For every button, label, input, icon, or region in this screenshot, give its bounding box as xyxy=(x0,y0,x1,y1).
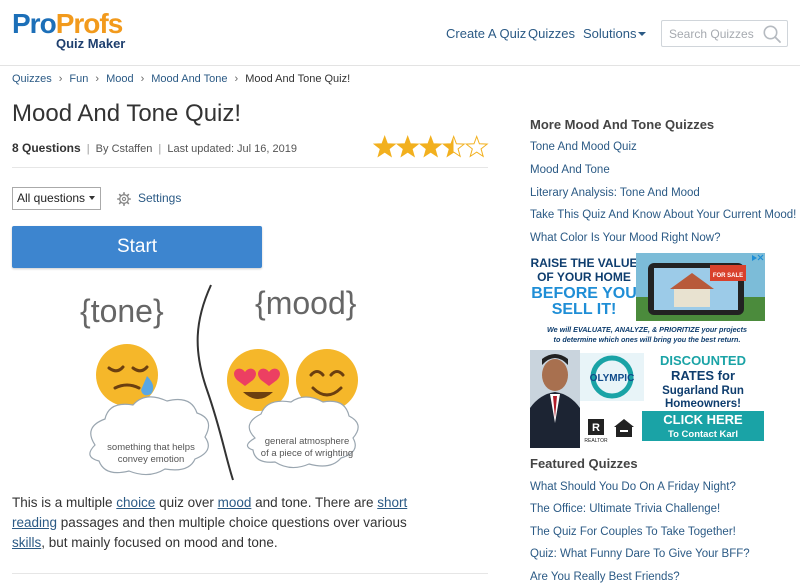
divider xyxy=(12,167,488,168)
ad-headline-2: OF YOUR HOME xyxy=(537,270,631,284)
svg-text:R: R xyxy=(592,422,600,434)
meta-separator: | xyxy=(158,143,162,155)
logo-subtitle: Quiz Maker xyxy=(56,36,126,51)
breadcrumb: Quizzes › Fun › Mood › Mood And Tone › Mood And … xyxy=(12,73,350,85)
star-icon xyxy=(441,135,466,158)
star-icon xyxy=(373,135,397,158)
olympic-logo: OLYMPIC xyxy=(580,353,644,401)
star-icon xyxy=(395,135,420,158)
breadcrumb-fun[interactable]: Fun xyxy=(69,73,88,85)
quiz-author: By Cstaffen xyxy=(95,143,153,155)
settings-link[interactable]: Settings xyxy=(117,191,182,206)
mood-caption-1: general atmosphere xyxy=(265,436,350,447)
featured-quiz-link[interactable]: Quiz: What Funny Dare To Give Your BFF? xyxy=(530,548,750,560)
divider xyxy=(12,573,488,574)
meta-separator: | xyxy=(86,143,90,155)
breadcrumb-separator: › xyxy=(58,73,63,85)
logo-pro-text: Pro xyxy=(12,8,57,39)
featured-quiz-link[interactable]: What Should You Do On A Friday Night? xyxy=(530,481,736,493)
tone-caption-2: convey emotion xyxy=(118,454,185,465)
star-icon xyxy=(464,135,489,158)
tone-word: {tone} xyxy=(80,293,164,329)
quiz-meta: 8 Questions | By Cstaffen | Last updated… xyxy=(12,141,297,155)
ad-headline-1: RAISE THE VALUE xyxy=(530,256,637,270)
featured-quizzes-heading: Featured Quizzes xyxy=(530,456,638,471)
breadcrumb-separator: › xyxy=(140,73,145,85)
more-quiz-link[interactable]: Mood And Tone xyxy=(530,164,610,176)
proprofs-logo[interactable]: ProProfs Quiz Maker xyxy=(12,9,134,53)
site-header: ProProfs Quiz Maker Create A Quiz Quizze… xyxy=(0,0,800,66)
advertisement-banner[interactable]: RAISE THE VALUE OF YOUR HOME BEFORE YOU … xyxy=(530,253,765,448)
search-icon[interactable] xyxy=(762,24,782,44)
featured-quiz-link[interactable]: Are You Really Best Friends? xyxy=(530,571,680,583)
question-count: 8 Questions xyxy=(12,141,81,155)
breadcrumb-separator: › xyxy=(234,73,239,85)
quiz-description: This is a multiple choice quiz over mood… xyxy=(12,495,408,550)
realtor-label: REALTOR xyxy=(584,438,608,444)
ad-headline-3: BEFORE YOU xyxy=(531,285,637,302)
more-quiz-link[interactable]: Take This Quiz And Know About Your Curre… xyxy=(530,209,796,221)
ad-offer-4: Homeowners! xyxy=(665,398,741,410)
tone-caption-1: something that helps xyxy=(107,442,195,453)
chevron-down-icon xyxy=(638,32,647,36)
ad-cta-2: To Contact Karl xyxy=(668,429,738,440)
mood-word: {mood} xyxy=(255,285,357,321)
nav-solutions[interactable]: Solutions xyxy=(583,26,647,41)
for-sale-sign-text: FOR SALE xyxy=(713,273,743,279)
ad-cta-1: CLICK HERE xyxy=(663,412,743,427)
more-quiz-link[interactable]: Literary Analysis: Tone And Mood xyxy=(530,187,700,199)
star-icon xyxy=(418,135,443,158)
breadcrumb-mood-and-tone[interactable]: Mood And Tone xyxy=(151,73,227,85)
mood-caption-2: of a piece of wrighting xyxy=(261,448,353,459)
link-skills[interactable]: skills xyxy=(12,535,41,550)
nav-solutions-label: Solutions xyxy=(583,26,637,41)
ad-offer-3: Sugarland Run xyxy=(662,385,744,397)
page-title: Mood And Tone Quiz! xyxy=(12,100,242,127)
logo-profs-text: Profs xyxy=(55,8,124,39)
ad-body-1: We will EVALUATE, ANALYZE, & PRIORITIZE … xyxy=(547,325,747,334)
ad-offer-1: DISCOUNTED xyxy=(660,353,746,368)
last-updated: Last updated: Jul 16, 2019 xyxy=(167,143,297,155)
ad-offer-2: RATES for xyxy=(671,368,735,383)
agent-photo xyxy=(530,350,580,448)
rating-stars xyxy=(373,135,489,158)
quiz-cover-image: {tone} {mood} something that helps conve… xyxy=(80,284,359,481)
link-choice[interactable]: choice xyxy=(116,495,155,510)
ad-body-2: to determine which ones will bring you t… xyxy=(554,335,741,344)
featured-quiz-link[interactable]: The Office: Ultimate Trivia Challenge! xyxy=(530,503,720,515)
link-mood[interactable]: mood xyxy=(218,495,252,510)
phone-house-image: FOR SALE xyxy=(636,253,765,321)
more-quiz-link[interactable]: Tone And Mood Quiz xyxy=(530,141,637,153)
featured-quiz-link[interactable]: The Quiz For Couples To Take Together! xyxy=(530,526,736,538)
start-button[interactable]: Start xyxy=(12,226,262,268)
breadcrumb-separator: › xyxy=(95,73,100,85)
olympic-brand-text: OLYMPIC xyxy=(590,373,635,384)
breadcrumb-mood[interactable]: Mood xyxy=(106,73,134,85)
settings-label: Settings xyxy=(138,191,182,205)
gear-icon xyxy=(117,192,131,206)
search-box xyxy=(661,20,788,47)
breadcrumb-quizzes[interactable]: Quizzes xyxy=(12,73,52,85)
dropdown-arrow-icon xyxy=(89,196,95,200)
nav-quizzes[interactable]: Quizzes xyxy=(528,26,575,41)
more-quizzes-heading: More Mood And Tone Quizzes xyxy=(530,117,715,132)
question-filter-select[interactable]: All questions xyxy=(12,187,101,210)
search-input[interactable] xyxy=(662,21,762,46)
more-quiz-link[interactable]: What Color Is Your Mood Right Now? xyxy=(530,232,720,244)
nav-create-quiz[interactable]: Create A Quiz xyxy=(446,26,526,41)
filter-value: All questions xyxy=(17,191,86,205)
breadcrumb-current: Mood And Tone Quiz! xyxy=(245,73,351,85)
ad-headline-4: SELL IT! xyxy=(552,301,617,318)
